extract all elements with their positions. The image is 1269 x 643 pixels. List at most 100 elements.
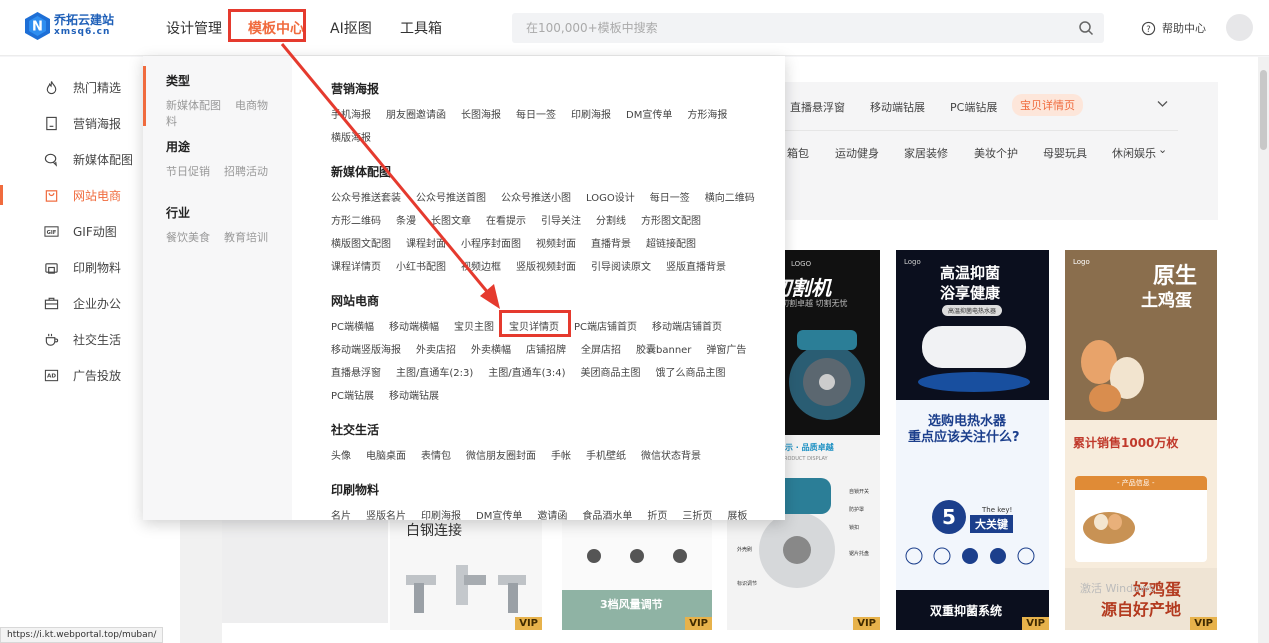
dd-sub-link[interactable]: 新媒体配图	[166, 99, 221, 112]
dd-sub-link[interactable]: 节日促销	[166, 165, 210, 178]
template-card-eggs[interactable]: Logo 原生 土鸡蛋 累计销售1000万枚 - 产品信息 - 好鸡蛋 源自好产…	[1065, 250, 1217, 630]
dd-link[interactable]: 移动端店铺首页	[652, 322, 722, 333]
dd-link[interactable]: 印刷海报	[571, 110, 611, 121]
dd-link[interactable]: 超链接配图	[646, 239, 696, 250]
dd-link[interactable]: 小红书配图	[396, 262, 446, 273]
filter-live-float[interactable]: 直播悬浮窗	[790, 99, 845, 115]
filter-baby[interactable]: 母婴玩具	[1043, 145, 1087, 161]
dd-link[interactable]: 长图文章	[431, 216, 471, 227]
dd-link[interactable]: 外卖店招	[416, 345, 456, 356]
dd-link[interactable]: 横向二维码	[705, 193, 755, 204]
dd-link[interactable]: 折页	[647, 511, 667, 520]
dd-link[interactable]: 朋友圈邀请函	[386, 110, 446, 121]
dd-link[interactable]: DM宣传单	[476, 511, 522, 520]
dd-usage-title[interactable]: 用途	[166, 138, 190, 155]
filter-pc-diamond[interactable]: PC端钻展	[950, 99, 997, 115]
nav-toolbox[interactable]: 工具箱	[400, 18, 442, 38]
dd-link[interactable]: 主图/直通车(2:3)	[396, 368, 473, 379]
dd-link[interactable]: 竖版视频封面	[516, 262, 576, 273]
dd-link[interactable]: 微信朋友圈封面	[466, 451, 536, 462]
dd-type-title[interactable]: 类型	[166, 72, 190, 89]
dd-link[interactable]: 方形海报	[687, 110, 727, 121]
dd-link[interactable]: 每日一签	[516, 110, 556, 121]
template-card-faucet[interactable]: 白钢连接 VIP	[390, 520, 542, 630]
dd-sub-link[interactable]: 餐饮美食	[166, 231, 210, 244]
dd-link[interactable]: 弹窗广告	[706, 345, 746, 356]
dd-link[interactable]: 方形图文配图	[641, 216, 701, 227]
dd-link[interactable]: 电脑桌面	[366, 451, 406, 462]
dd-link[interactable]: 方形二维码	[331, 216, 381, 227]
filter-more[interactable]: ⌄	[1158, 143, 1167, 156]
dd-link[interactable]: 展板	[727, 511, 747, 520]
dd-link[interactable]: 分割线	[596, 216, 626, 227]
search-icon[interactable]	[1078, 20, 1094, 36]
filter-beauty[interactable]: 美妆个护	[974, 145, 1018, 161]
dd-link[interactable]: 名片	[331, 511, 351, 520]
dd-sub-link[interactable]: 招聘活动	[224, 165, 268, 178]
dd-link[interactable]: 课程封面	[406, 239, 446, 250]
dd-link[interactable]: 美团商品主图	[581, 368, 641, 379]
filter-sports[interactable]: 运动健身	[835, 145, 879, 161]
dd-link[interactable]: 直播背景	[591, 239, 631, 250]
dd-link[interactable]: 店铺招牌	[526, 345, 566, 356]
dd-link[interactable]: PC端横幅	[331, 322, 374, 333]
dd-cat-marketing[interactable]: 营销海报	[331, 80, 379, 97]
dd-industry-title[interactable]: 行业	[166, 204, 190, 221]
dd-link[interactable]: 引导关注	[541, 216, 581, 227]
dd-link[interactable]: 表情包	[421, 451, 451, 462]
dd-link[interactable]: 外卖横幅	[471, 345, 511, 356]
dd-link[interactable]: 三折页	[682, 511, 712, 520]
dd-link[interactable]: 课程详情页	[331, 262, 381, 273]
site-logo[interactable]: N 乔拓云建站 xmsq6.cn	[24, 11, 114, 41]
dd-link[interactable]: 宝贝主图	[454, 322, 494, 333]
dd-link[interactable]: 移动端钻展	[389, 391, 439, 402]
filter-bags[interactable]: 箱包	[787, 145, 809, 161]
template-card-fan[interactable]: 3档风量调节 VIP	[562, 520, 712, 630]
dd-link[interactable]: PC端钻展	[331, 391, 374, 402]
filter-home[interactable]: 家居装修	[904, 145, 948, 161]
dd-link[interactable]: 手机壁纸	[586, 451, 626, 462]
filter-leisure[interactable]: 休闲娱乐	[1112, 145, 1156, 161]
dd-cat-newmedia[interactable]: 新媒体配图	[331, 163, 391, 180]
dd-link[interactable]: DM宣传单	[626, 110, 672, 121]
dd-link[interactable]: 在看提示	[486, 216, 526, 227]
dd-link[interactable]: 直播悬浮窗	[331, 368, 381, 379]
filter-detail-page[interactable]: 宝贝详情页	[1012, 94, 1083, 116]
dd-link[interactable]: PC端店铺首页	[574, 322, 637, 333]
dd-link[interactable]: 小程序封面图	[461, 239, 521, 250]
dd-link[interactable]: 头像	[331, 451, 351, 462]
dd-link[interactable]: 每日一签	[650, 193, 690, 204]
nav-ai-cutout[interactable]: AI抠图	[330, 18, 372, 38]
dd-link[interactable]: 全屏店招	[581, 345, 621, 356]
dd-link[interactable]: 公众号推送首图	[416, 193, 486, 204]
template-card-placeholder[interactable]	[222, 518, 388, 623]
template-card-water-heater[interactable]: Logo 高温抑菌 浴享健康 高温抑菌电热水器 选购电热水器 重点应该关注什么?…	[896, 250, 1049, 630]
dd-cat-print[interactable]: 印刷物料	[331, 481, 379, 498]
dd-link[interactable]: LOGO设计	[586, 193, 635, 204]
user-avatar[interactable]	[1226, 14, 1253, 41]
dd-link[interactable]: 条漫	[396, 216, 416, 227]
dd-link[interactable]: 横版图文配图	[331, 239, 391, 250]
dd-link[interactable]: 微信状态背景	[641, 451, 701, 462]
chevron-down-icon[interactable]	[1157, 100, 1168, 108]
dd-link[interactable]: 竖版名片	[366, 511, 406, 520]
dd-link[interactable]: 移动端竖版海报	[331, 345, 401, 356]
dd-link[interactable]: 邀请函	[537, 511, 567, 520]
help-center-link[interactable]: ? 帮助中心	[1141, 20, 1206, 36]
dd-link[interactable]: 印刷海报	[421, 511, 461, 520]
dd-link[interactable]: 竖版直播背景	[666, 262, 726, 273]
dd-link[interactable]: 主图/直通车(3:4)	[488, 368, 565, 379]
filter-mobile-diamond[interactable]: 移动端钻展	[870, 99, 925, 115]
scrollbar-thumb[interactable]	[1260, 70, 1267, 150]
dd-link[interactable]: 视频封面	[536, 239, 576, 250]
dd-cat-social[interactable]: 社交生活	[331, 421, 379, 438]
dd-link[interactable]: 饿了么商品主图	[656, 368, 726, 379]
dd-link[interactable]: 视频边框	[461, 262, 501, 273]
dd-link[interactable]: 食品酒水单	[582, 511, 632, 520]
search-input[interactable]	[512, 13, 1052, 43]
nav-design-manage[interactable]: 设计管理	[166, 18, 222, 38]
dd-link[interactable]: 胶囊banner	[636, 345, 691, 356]
dd-link[interactable]: 公众号推送小图	[501, 193, 571, 204]
dd-link[interactable]: 手机海报	[331, 110, 371, 121]
dd-link[interactable]: 手帐	[551, 451, 571, 462]
